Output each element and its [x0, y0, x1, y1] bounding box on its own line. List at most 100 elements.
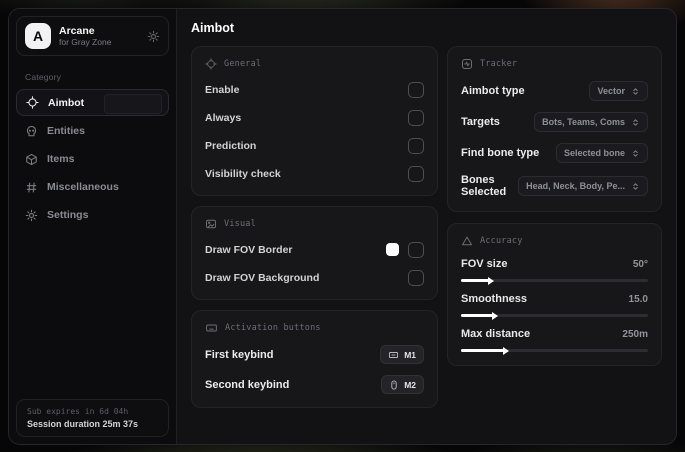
gear-icon[interactable] — [147, 30, 160, 43]
app-window: A Arcane for Gray Zone Category Aimbot E… — [8, 8, 677, 445]
find-bone-type-select[interactable]: Selected bone — [555, 143, 648, 163]
setting-row-first-keybind: First keybind M1 — [205, 345, 424, 364]
chevrons-up-down-icon — [631, 181, 640, 192]
setting-label: Find bone type — [461, 147, 540, 159]
targets-select[interactable]: Bots, Teams, Coms — [534, 112, 648, 132]
setting-row-draw-fov-border: Draw FOV Border — [205, 241, 424, 258]
bones-selected-select[interactable]: Head, Neck, Body, Pe... — [518, 176, 648, 196]
triangle-icon — [461, 235, 473, 247]
enable-checkbox[interactable] — [408, 81, 424, 98]
sidebar-item-items[interactable]: Items — [9, 145, 176, 173]
image-icon — [205, 218, 217, 230]
session-duration-text: Session duration 25m 37s — [27, 419, 139, 429]
sidebar-nav: Aimbot Entities Items Miscellaneous Sett… — [9, 89, 176, 229]
card-title: Visual — [224, 219, 256, 229]
slider-fill — [461, 279, 490, 282]
sidebar-item-label: Settings — [47, 209, 89, 221]
category-label: Category — [25, 72, 62, 82]
setting-label: First keybind — [205, 348, 274, 361]
subscription-box: Sub expires in 6d 04h Session duration 2… — [16, 399, 169, 437]
app-subtitle: for Gray Zone — [59, 37, 112, 48]
sidebar-item-settings[interactable]: Settings — [9, 201, 176, 229]
sidebar-item-label: Aimbot — [48, 96, 85, 109]
setting-label: Draw FOV Background — [205, 271, 320, 284]
hash-icon — [25, 181, 38, 194]
slider-fill — [461, 314, 493, 317]
page-title: Aimbot — [191, 21, 235, 35]
setting-label: Draw FOV Border — [205, 243, 293, 256]
activity-icon — [461, 58, 473, 70]
chevrons-up-down-icon — [631, 148, 640, 159]
setting-row-prediction: Prediction — [205, 137, 424, 154]
slider-value: 15.0 — [628, 294, 648, 305]
chevrons-up-down-icon — [631, 117, 640, 128]
main-panel: Aimbot General Enable Always Prediction … — [177, 9, 676, 444]
mouse-icon — [389, 379, 399, 390]
setting-label: Targets — [461, 116, 500, 128]
activation-buttons-card: Activation buttons First keybind M1 Seco… — [191, 310, 438, 408]
setting-row-targets: Targets Bots, Teams, Coms — [461, 112, 648, 132]
accuracy-card: Accuracy FOV size 50° Smoothness 15.0 Ma… — [447, 223, 662, 366]
draw-fov-border-checkbox[interactable] — [408, 241, 424, 258]
general-card: General Enable Always Prediction Visibil… — [191, 46, 438, 196]
setting-label: Second keybind — [205, 378, 290, 391]
setting-label: Visibility check — [205, 167, 281, 180]
right-column: Tracker Aimbot type Vector Targets Bots,… — [447, 46, 662, 366]
app-logo: A — [25, 23, 51, 49]
setting-row-aimbot-type: Aimbot type Vector — [461, 81, 648, 101]
setting-row-second-keybind: Second keybind M2 — [205, 375, 424, 394]
select-value: Selected bone — [563, 148, 625, 158]
max-distance-slider-group: Max distance 250m — [461, 328, 648, 352]
fov-size-slider-group: FOV size 50° — [461, 258, 648, 282]
slider-value: 50° — [632, 259, 648, 270]
skull-icon — [25, 125, 38, 138]
setting-row-draw-fov-background: Draw FOV Background — [205, 269, 424, 286]
left-column: General Enable Always Prediction Visibil… — [191, 46, 438, 408]
always-checkbox[interactable] — [408, 109, 424, 126]
smoothness-slider[interactable] — [461, 314, 648, 317]
cube-icon — [25, 153, 38, 166]
second-keybind-button[interactable]: M2 — [381, 375, 424, 394]
slider-label: Smoothness — [461, 293, 528, 305]
sidebar-item-label: Entities — [47, 125, 85, 137]
keyboard-icon — [388, 350, 399, 360]
sidebar-item-miscellaneous[interactable]: Miscellaneous — [9, 173, 176, 201]
sidebar-item-aimbot[interactable]: Aimbot — [16, 89, 169, 116]
sub-expires-text: Sub expires in 6d 04h — [27, 407, 129, 416]
sidebar-item-label: Items — [47, 153, 75, 165]
slider-value: 250m — [622, 329, 648, 340]
aimbot-type-select[interactable]: Vector — [589, 81, 648, 101]
slider-label: Max distance — [461, 328, 531, 340]
setting-row-find-bone-type: Find bone type Selected bone — [461, 143, 648, 163]
tracker-card: Tracker Aimbot type Vector Targets Bots,… — [447, 46, 662, 212]
first-keybind-button[interactable]: M1 — [380, 345, 424, 364]
select-value: Vector — [597, 86, 625, 96]
max-distance-slider[interactable] — [461, 349, 648, 352]
setting-row-visibility-check: Visibility check — [205, 165, 424, 182]
chevrons-up-down-icon — [631, 86, 640, 97]
app-title-block: Arcane for Gray Zone — [59, 25, 111, 48]
card-title: Tracker — [480, 59, 518, 69]
visibility-check-checkbox[interactable] — [408, 165, 424, 182]
app-header: A Arcane for Gray Zone — [16, 16, 169, 56]
smoothness-slider-group: Smoothness 15.0 — [461, 293, 648, 317]
prediction-checkbox[interactable] — [408, 137, 424, 154]
setting-label: Prediction — [205, 139, 257, 152]
fov-size-slider[interactable] — [461, 279, 648, 282]
slider-fill — [461, 349, 504, 352]
card-title: General — [224, 59, 262, 69]
keybind-value: M1 — [404, 349, 416, 360]
select-value: Bots, Teams, Coms — [542, 117, 625, 127]
sidebar-item-entities[interactable]: Entities — [9, 117, 176, 145]
setting-row-enable: Enable — [205, 81, 424, 98]
gear-icon — [25, 209, 38, 222]
fov-border-color-swatch[interactable] — [386, 243, 399, 256]
draw-fov-background-checkbox[interactable] — [408, 269, 424, 286]
keybind-value: M2 — [404, 379, 416, 390]
card-title: Activation buttons — [225, 323, 321, 333]
select-value: Head, Neck, Body, Pe... — [526, 181, 625, 191]
crosshair-icon — [26, 96, 39, 109]
sidebar-item-label: Miscellaneous — [47, 181, 119, 193]
slider-label: FOV size — [461, 258, 508, 270]
setting-label: Bones Selected — [461, 174, 507, 198]
